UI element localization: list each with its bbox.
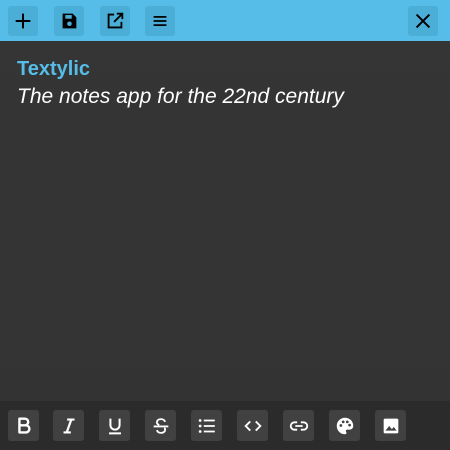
palette-icon: [336, 417, 353, 434]
bold-icon: [17, 416, 31, 434]
plus-icon: [15, 13, 31, 29]
link-button[interactable]: [283, 410, 314, 441]
top-toolbar: [0, 0, 450, 41]
textylic-window: Textylic The notes app for the 22nd cent…: [0, 0, 450, 450]
note-subtitle[interactable]: The notes app for the 22nd century: [17, 82, 433, 112]
note-title[interactable]: Textylic: [17, 56, 433, 82]
italic-icon: [63, 417, 74, 434]
close-icon: [415, 13, 431, 29]
bold-button[interactable]: [8, 410, 39, 441]
italic-button[interactable]: [53, 410, 84, 441]
strikethrough-icon: [153, 417, 168, 434]
new-note-button[interactable]: [8, 6, 38, 36]
bulleted-list-button[interactable]: [191, 410, 222, 441]
list-icon: [198, 418, 215, 433]
menu-button[interactable]: [145, 6, 175, 36]
hamburger-menu-icon: [153, 15, 167, 27]
underline-button[interactable]: [99, 410, 130, 441]
note-editor[interactable]: Textylic The notes app for the 22nd cent…: [17, 56, 433, 112]
strikethrough-button[interactable]: [145, 410, 176, 441]
save-button[interactable]: [54, 6, 84, 36]
floppy-disk-icon: [62, 13, 77, 29]
code-icon: [243, 420, 262, 431]
color-button[interactable]: [329, 410, 360, 441]
format-toolbar: [0, 401, 450, 450]
open-external-button[interactable]: [100, 6, 130, 36]
close-button[interactable]: [408, 6, 438, 36]
image-button[interactable]: [375, 410, 406, 441]
code-button[interactable]: [237, 410, 268, 441]
open-in-new-icon: [107, 12, 124, 29]
link-icon: [289, 420, 308, 431]
underline-icon: [108, 418, 121, 434]
image-icon: [383, 418, 398, 433]
